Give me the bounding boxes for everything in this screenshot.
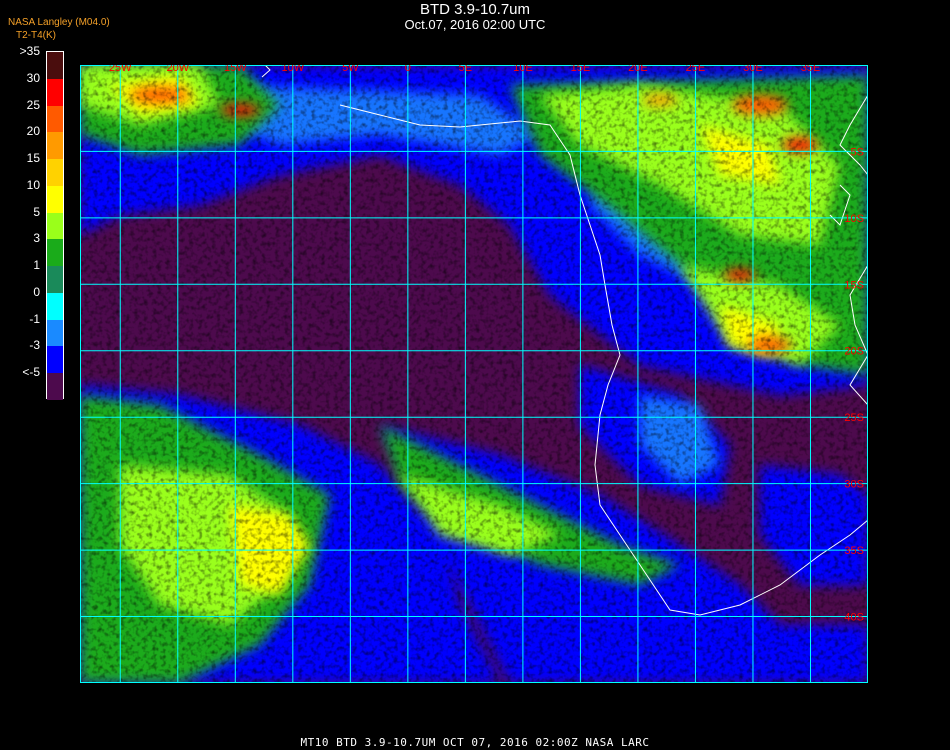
- colorbar-segment: [47, 159, 63, 187]
- colorbar-segment: [47, 346, 63, 374]
- colorbar-title: T2-T4(K): [16, 30, 56, 41]
- colorbar: [46, 51, 64, 401]
- colorbar-segment: [47, 373, 63, 401]
- longitude-label: 20W: [166, 65, 189, 74]
- latitude-label: 5S: [851, 146, 864, 158]
- colorbar-segment: [47, 52, 63, 80]
- colorbar-tick-label: 1: [33, 258, 40, 273]
- colorbar-tick-label: 20: [26, 124, 40, 139]
- latitude-label: 35S: [844, 545, 864, 557]
- credit-label: NASA Langley (M04.0): [8, 17, 110, 28]
- latitude-label: 25S: [844, 412, 864, 424]
- longitude-label: 10W: [282, 65, 305, 74]
- longitude-label: 35E: [801, 65, 821, 74]
- colorbar-tick-label: >35: [19, 44, 40, 58]
- colorbar-tick-label: 25: [26, 97, 40, 112]
- latitude-label: 40S: [844, 612, 864, 624]
- longitude-label: 0: [405, 65, 411, 74]
- colorbar-tick-label: 15: [26, 151, 40, 166]
- cloud-texture: [80, 65, 868, 683]
- footer-caption: MT10 BTD 3.9-10.7UM OCT 07, 2016 02:00Z …: [300, 736, 650, 749]
- longitude-label: 10E: [513, 65, 533, 74]
- colorbar-tick-label: 5: [33, 204, 40, 219]
- latitude-label: 15S: [844, 279, 864, 291]
- longitude-label: 20E: [628, 65, 648, 74]
- longitude-label: 15E: [571, 65, 591, 74]
- colorbar-tick-label: -1: [29, 311, 40, 326]
- colorbar-tick-label: -3: [29, 338, 40, 353]
- satellite-map: 25W 20W 15W 10W 5W 0 5E 10E 15E 20E 25E 30E 35E 5S 10…: [80, 65, 868, 683]
- longitude-label: 25W: [109, 65, 132, 74]
- colorbar-tick-label: 0: [33, 284, 40, 299]
- colorbar-segment: [47, 239, 63, 267]
- latitude-label: 30S: [844, 479, 864, 491]
- colorbar-segment: [47, 78, 63, 107]
- colorbar-segment: [47, 132, 63, 160]
- latitude-label: 20S: [844, 346, 864, 358]
- longitude-label: 30E: [743, 65, 763, 74]
- colorbar-tick-label: <-5: [22, 365, 40, 380]
- longitude-label: 15W: [224, 65, 247, 74]
- colorbar-segment: [47, 292, 63, 321]
- longitude-label: 5W: [342, 65, 359, 74]
- colorbar-segment: [47, 185, 63, 214]
- colorbar-tick-label: 10: [26, 177, 40, 192]
- colorbar-tick-label: 30: [26, 70, 40, 85]
- map-title: BTD 3.9-10.7um: [419, 1, 531, 18]
- longitude-label: 25E: [686, 65, 706, 74]
- colorbar-segment: [47, 266, 63, 294]
- colorbar-tick-label: 3: [33, 231, 40, 246]
- colorbar-segment: [47, 319, 63, 347]
- latitude-label: 10S: [844, 213, 864, 225]
- colorbar-segment: [47, 212, 63, 240]
- map-timestamp: Oct.07, 2016 02:00 UTC: [404, 17, 546, 32]
- longitude-label: 5E: [459, 65, 472, 74]
- colorbar-segment: [47, 105, 63, 133]
